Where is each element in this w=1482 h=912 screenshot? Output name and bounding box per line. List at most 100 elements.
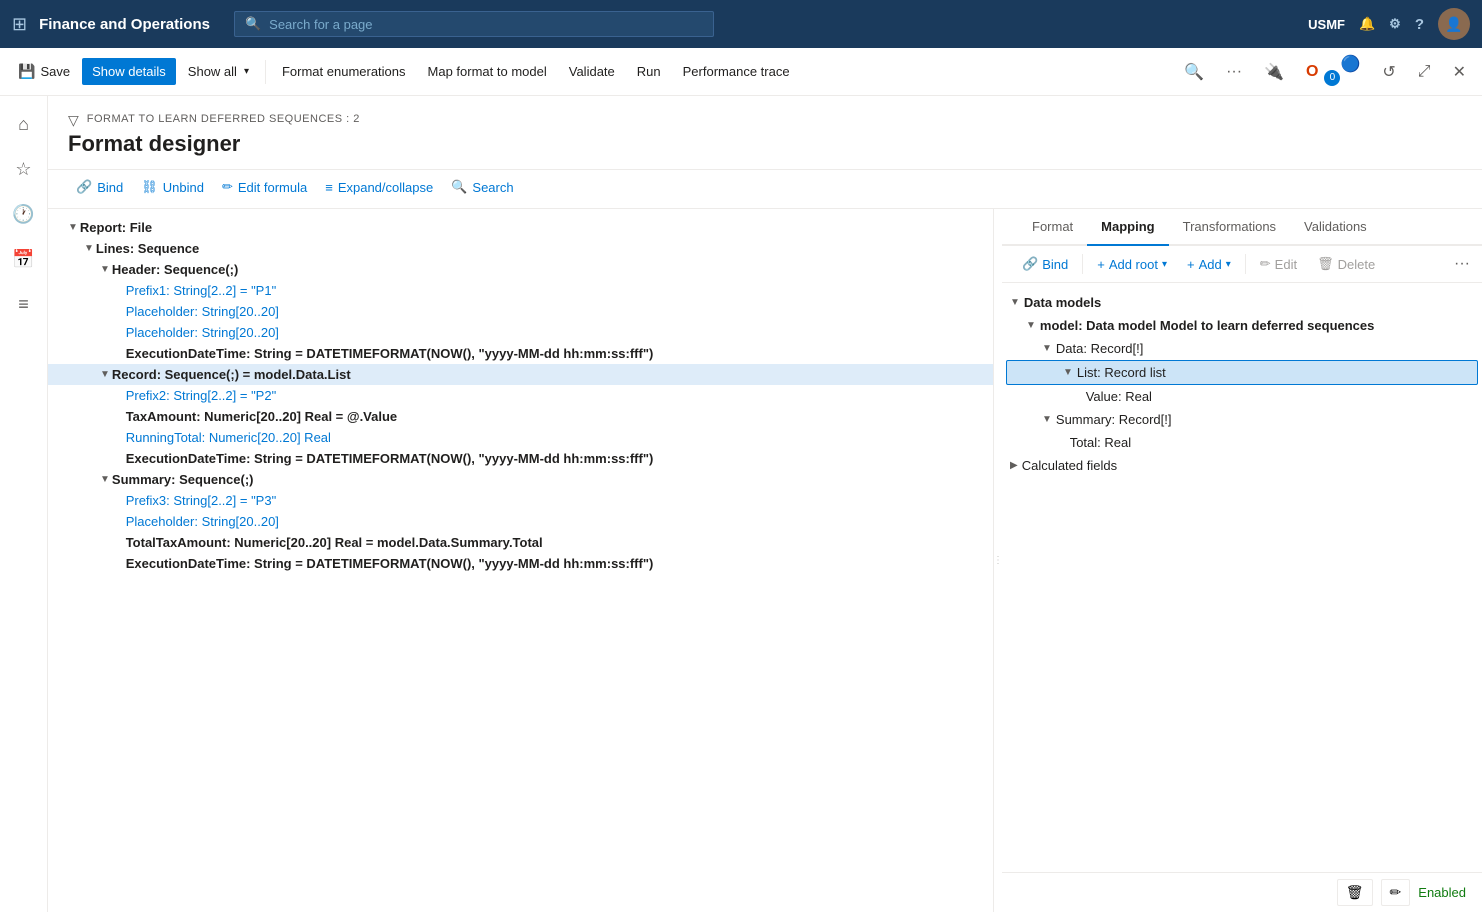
search-tool-button[interactable]: 🔍 Search — [443, 174, 521, 200]
right-delete-button[interactable]: 🗑 Delete — [1309, 252, 1383, 276]
more-cmd-button[interactable]: ··· — [1218, 59, 1250, 85]
tree-text-placeholder2: Placeholder: String[20..20] — [126, 325, 279, 340]
close-cmd-button[interactable]: ✕ — [1445, 58, 1474, 86]
right-add-button[interactable]: + Add ▾ — [1179, 253, 1239, 276]
tree-item-lines[interactable]: ▼ Lines: Sequence — [48, 238, 993, 259]
tree-item-execdate1[interactable]: ▶ ExecutionDateTime: String = DATETIMEFO… — [48, 343, 993, 364]
command-bar: 💾 Save Show details Show all ▾ Format en… — [0, 48, 1482, 96]
tree-text-placeholder1: Placeholder: String[20..20] — [126, 304, 279, 319]
right-tree-text-summary-rec: Summary: Record[!] — [1056, 412, 1172, 427]
tree-item-totaltax[interactable]: ▶ TotalTaxAmount: Numeric[20..20] Real =… — [48, 532, 993, 553]
format-enumerations-button[interactable]: Format enumerations — [272, 58, 416, 85]
search-icon: 🔍 — [245, 16, 261, 32]
expand-report-icon: ▼ — [68, 222, 78, 233]
tree-item-placeholder1[interactable]: ▶ Placeholder: String[20..20] — [48, 301, 993, 322]
avatar[interactable]: 👤 — [1438, 8, 1470, 40]
run-button[interactable]: Run — [627, 58, 671, 85]
show-details-button[interactable]: Show details — [82, 58, 176, 85]
page-header: ▽ FORMAT TO LEARN DEFERRED SEQUENCES : 2… — [48, 96, 1482, 170]
help-icon[interactable]: ? — [1415, 16, 1424, 33]
right-tree-total[interactable]: ▶ Total: Real — [1002, 431, 1482, 454]
left-tree-pane[interactable]: ▼ Report: File ▼ Lines: Sequence ▼ Heade… — [48, 209, 994, 912]
tree-item-summary[interactable]: ▼ Summary: Sequence(;) — [48, 469, 993, 490]
right-add-icon: + — [1187, 257, 1195, 272]
tree-item-taxamount[interactable]: ▶ TaxAmount: Numeric[20..20] Real = @.Va… — [48, 406, 993, 427]
apps-grid-icon[interactable]: ⊞ — [12, 14, 27, 35]
edit-formula-tool-button[interactable]: ✏ Edit formula — [214, 174, 315, 200]
save-button[interactable]: 💾 Save — [8, 57, 80, 86]
right-tree-value[interactable]: ▶ Value: Real — [1002, 385, 1482, 408]
tree-text-header: Header: Sequence(;) — [112, 262, 238, 277]
tree-item-report[interactable]: ▼ Report: File — [48, 217, 993, 238]
expand-list-rec-icon: ▼ — [1063, 367, 1073, 378]
validate-button[interactable]: Validate — [559, 58, 625, 85]
right-tree-text-list-rec: List: Record list — [1077, 365, 1166, 380]
tree-item-header[interactable]: ▼ Header: Sequence(;) — [48, 259, 993, 280]
trash-bottom-button[interactable]: 🗑 — [1337, 879, 1373, 906]
right-tree-summary-rec[interactable]: ▼ Summary: Record[!] — [1002, 408, 1482, 431]
tab-mapping[interactable]: Mapping — [1087, 209, 1168, 246]
tree-item-runningtotal[interactable]: ▶ RunningTotal: Numeric[20..20] Real — [48, 427, 993, 448]
right-edit-icon: ✏ — [1260, 256, 1271, 272]
sidebar-star-icon[interactable]: ☆ — [5, 149, 41, 190]
right-tree[interactable]: ▼ Data models ▼ model: Data model Model … — [1002, 283, 1482, 872]
search-tool-icon: 🔍 — [451, 179, 467, 195]
tree-item-prefix1[interactable]: ▶ Prefix1: String[2..2] = "P1" — [48, 280, 993, 301]
tree-text-prefix1: Prefix1: String[2..2] = "P1" — [126, 283, 277, 298]
sidebar-list-icon[interactable]: ≡ — [8, 284, 39, 325]
performance-trace-button[interactable]: Performance trace — [673, 58, 800, 85]
right-toolbar-more-button[interactable]: ··· — [1454, 255, 1470, 273]
expand-record-icon: ▼ — [100, 369, 110, 380]
cmd-right-area: 🔍 ··· 🔌 O 🔵 0 ↺ ⤢ ✕ — [1176, 50, 1474, 94]
pencil-bottom-button[interactable]: ✏ — [1381, 879, 1411, 906]
right-tree-model[interactable]: ▼ model: Data model Model to learn defer… — [1002, 314, 1482, 337]
right-tree-data-rec[interactable]: ▼ Data: Record[!] — [1002, 337, 1482, 360]
expand-collapse-tool-button[interactable]: ≡ Expand/collapse — [317, 175, 441, 200]
split-drag-handle[interactable]: ⋮ — [994, 209, 1002, 912]
unbind-tool-button[interactable]: ⛓ Unbind — [133, 174, 212, 200]
tab-format[interactable]: Format — [1018, 209, 1087, 246]
sidebar-calendar-icon[interactable]: 📅 — [2, 239, 44, 280]
tree-item-record[interactable]: ▼ Record: Sequence(;) = model.Data.List — [48, 364, 993, 385]
unbind-tool-icon: ⛓ — [141, 179, 158, 195]
right-toolbar: 🔗 Bind + Add root ▾ + Add ▾ — [1002, 246, 1482, 283]
right-tree-calc-fields[interactable]: ▶ Calculated fields — [1002, 454, 1482, 477]
breadcrumb: FORMAT TO LEARN DEFERRED SEQUENCES : 2 — [87, 113, 360, 125]
bind-tool-button[interactable]: 🔗 Bind — [68, 174, 131, 200]
tab-transformations[interactable]: Transformations — [1169, 209, 1290, 246]
search-cmd-button[interactable]: 🔍 — [1176, 58, 1212, 86]
right-bind-icon: 🔗 — [1022, 256, 1038, 272]
tree-item-placeholder2[interactable]: ▶ Placeholder: String[20..20] — [48, 322, 993, 343]
tree-item-prefix3[interactable]: ▶ Prefix3: String[2..2] = "P3" — [48, 490, 993, 511]
tab-validations[interactable]: Validations — [1290, 209, 1381, 246]
right-tabs: Format Mapping Transformations Validatio… — [1002, 209, 1482, 246]
tree-item-execdate2[interactable]: ▶ ExecutionDateTime: String = DATETIMEFO… — [48, 448, 993, 469]
tree-text-placeholder3: Placeholder: String[20..20] — [126, 514, 279, 529]
right-tree-text-value: Value: Real — [1086, 389, 1152, 404]
tree-text-prefix3: Prefix3: String[2..2] = "P3" — [126, 493, 277, 508]
filter-icon[interactable]: ▽ — [68, 112, 79, 129]
sidebar-home-icon[interactable]: ⌂ — [8, 104, 39, 145]
tree-item-placeholder3[interactable]: ▶ Placeholder: String[20..20] — [48, 511, 993, 532]
tree-text-report: Report: File — [80, 220, 152, 235]
office-cmd-button[interactable]: O — [1298, 59, 1326, 85]
map-format-to-model-button[interactable]: Map format to model — [418, 58, 557, 85]
maximize-cmd-button[interactable]: ⤢ — [1410, 59, 1439, 85]
right-edit-button[interactable]: ✏ Edit — [1252, 252, 1305, 276]
tree-item-prefix2[interactable]: ▶ Prefix2: String[2..2] = "P2" — [48, 385, 993, 406]
settings-icon[interactable]: ⚙ — [1389, 16, 1401, 32]
refresh-cmd-button[interactable]: ↺ — [1374, 58, 1403, 86]
right-tree-data-models[interactable]: ▼ Data models — [1002, 291, 1482, 314]
show-all-button[interactable]: Show all ▾ — [178, 58, 259, 85]
plugin-cmd-button[interactable]: 🔌 — [1256, 58, 1292, 86]
right-tree-list-rec[interactable]: ▼ List: Record list — [1006, 360, 1478, 385]
right-add-root-button[interactable]: + Add root ▾ — [1089, 253, 1175, 276]
tree-item-execdate3[interactable]: ▶ ExecutionDateTime: String = DATETIMEFO… — [48, 553, 993, 574]
global-search-input[interactable] — [269, 17, 703, 32]
global-search-box[interactable]: 🔍 — [234, 11, 714, 37]
right-bind-button[interactable]: 🔗 Bind — [1014, 252, 1076, 276]
sidebar-clock-icon[interactable]: 🕐 — [2, 194, 44, 235]
tree-text-execdate3: ExecutionDateTime: String = DATETIMEFORM… — [126, 556, 654, 571]
user-code: USMF — [1308, 17, 1345, 32]
bell-icon[interactable]: 🔔 — [1359, 16, 1375, 32]
